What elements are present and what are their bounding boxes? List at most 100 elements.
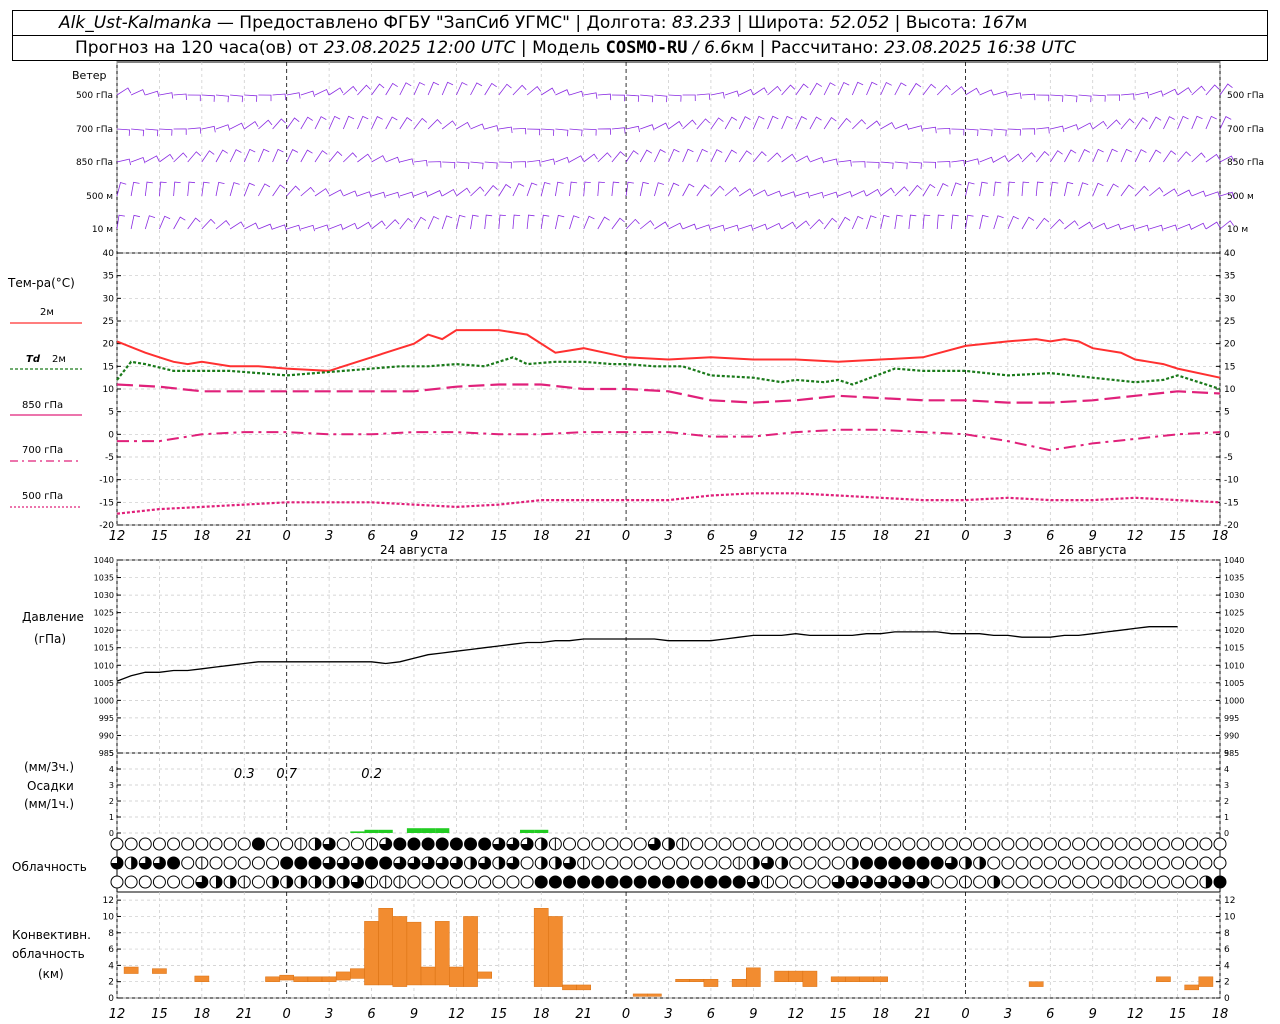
wind-barb [1177, 151, 1191, 163]
temp-tick-label-left: 20 [103, 340, 115, 350]
wind-barb [852, 119, 866, 130]
wind-barb [1021, 216, 1035, 230]
pressure-title: Давление [22, 610, 84, 624]
cloud-symbol [124, 837, 138, 851]
cloud-symbol [1001, 875, 1015, 889]
wind-barb [314, 224, 330, 231]
temp-tick-label-left: 40 [103, 249, 115, 259]
wind-barb [159, 153, 174, 163]
wind-barb [640, 124, 655, 131]
cloud-symbol [350, 837, 364, 851]
wind-barb [470, 186, 485, 197]
time-tick-label: 18 [533, 529, 550, 544]
convective-bar [845, 976, 860, 982]
cloud-symbol-half [343, 876, 350, 888]
time-tick-label: 12 [448, 529, 465, 544]
wind-barb [371, 155, 386, 163]
wind-barb [258, 94, 272, 102]
cloud-symbol [110, 875, 124, 889]
wind-level-label: 500 м [86, 192, 113, 202]
wind-barb [159, 215, 171, 230]
time-tick-label-bottom: 6 [367, 1007, 375, 1022]
time-tick-label: 9 [1089, 529, 1097, 544]
wind-barb [724, 90, 740, 97]
cloud-symbol [548, 875, 562, 889]
cloud-symbol-half [781, 857, 788, 869]
conv-tick-label-right: 8 [1224, 929, 1230, 939]
wind-barb [456, 214, 466, 230]
wind-barb [300, 90, 315, 98]
cloud-symbol [421, 875, 435, 889]
precip-bar [421, 828, 436, 833]
convective-bar [647, 993, 662, 997]
wind-barb [880, 214, 890, 230]
cloud-symbol-half [314, 876, 321, 888]
convective-bar [364, 921, 379, 986]
wind-barb [314, 150, 328, 163]
cloud-symbol [817, 875, 831, 889]
chart-plot-area: 40 4035 3530 3025 2520 2015 1510 105 50 0-5 -5-10-… [76, 61, 1264, 1022]
temp-tick-label-left: 5 [108, 408, 114, 418]
wind-barb [230, 94, 244, 103]
cloud-symbol [690, 875, 704, 889]
cloud-symbol [336, 837, 350, 851]
wind-barb [1177, 189, 1192, 197]
wind-barb [611, 181, 620, 197]
press-tick-label-right: 990 [1224, 731, 1239, 740]
conv-tick-label-left: 6 [108, 945, 114, 955]
wind-barb [823, 117, 837, 130]
wind-barb [1049, 150, 1063, 163]
cloud-symbol [817, 837, 831, 851]
cloud-symbol [266, 837, 280, 851]
cloud-symbol [520, 875, 534, 889]
wind-barb [1177, 87, 1192, 96]
wind-barb [286, 149, 299, 163]
wind-barb [583, 128, 597, 136]
conv-tick-label-left: 10 [103, 912, 115, 922]
wind-level-label: 10 м [92, 225, 113, 235]
wind-level-label: 850 гПа [76, 158, 113, 168]
wind-barb [286, 92, 301, 99]
wind-barb [357, 153, 372, 163]
wind-barb [767, 85, 782, 96]
wind-level-label: 500 гПа [76, 91, 113, 101]
cloud-symbol [1185, 856, 1199, 870]
cloud-symbol [718, 856, 732, 870]
temp-tick-label-left: 35 [103, 272, 114, 282]
cloud-symbol-half [329, 876, 336, 888]
wind-barb [456, 121, 471, 130]
cloud-symbol [563, 837, 577, 851]
wind-barb [385, 191, 400, 199]
cloud-symbol [167, 875, 181, 889]
temp-tick-label-right: 40 [1224, 249, 1236, 259]
precip-bar [520, 829, 535, 833]
cloud-symbol [563, 875, 577, 889]
wind-barb [201, 218, 216, 230]
press-tick-label-right: 1010 [1224, 661, 1244, 670]
wind-barb [555, 181, 564, 197]
wind-barb [229, 122, 245, 130]
time-tick-label: 12 [787, 529, 804, 544]
wind-barb [965, 214, 974, 230]
cloud-symbol [1100, 875, 1114, 889]
wind-barb [795, 116, 808, 130]
wind-barb [116, 181, 127, 197]
wind-barb [187, 181, 196, 197]
wind-title: Ветер [72, 69, 106, 82]
wind-barb [371, 83, 385, 96]
press-tick-label-left: 1020 [94, 626, 114, 635]
precip-tick-label-left: 1 [109, 813, 114, 822]
cloud-symbol [1213, 837, 1227, 851]
wind-barb [1007, 181, 1016, 197]
wind-barb [979, 128, 993, 137]
cloud-symbol [1072, 837, 1086, 851]
wind-barb [979, 181, 988, 197]
wind-barb [809, 156, 825, 164]
wind-barb [1163, 150, 1177, 163]
wind-barb [300, 149, 313, 163]
cloud-symbol [1142, 856, 1156, 870]
cloud-symbol [859, 837, 873, 851]
cloud-symbol-half [470, 857, 477, 869]
wind-barb [937, 127, 951, 135]
cloud-symbol-half [753, 857, 760, 869]
